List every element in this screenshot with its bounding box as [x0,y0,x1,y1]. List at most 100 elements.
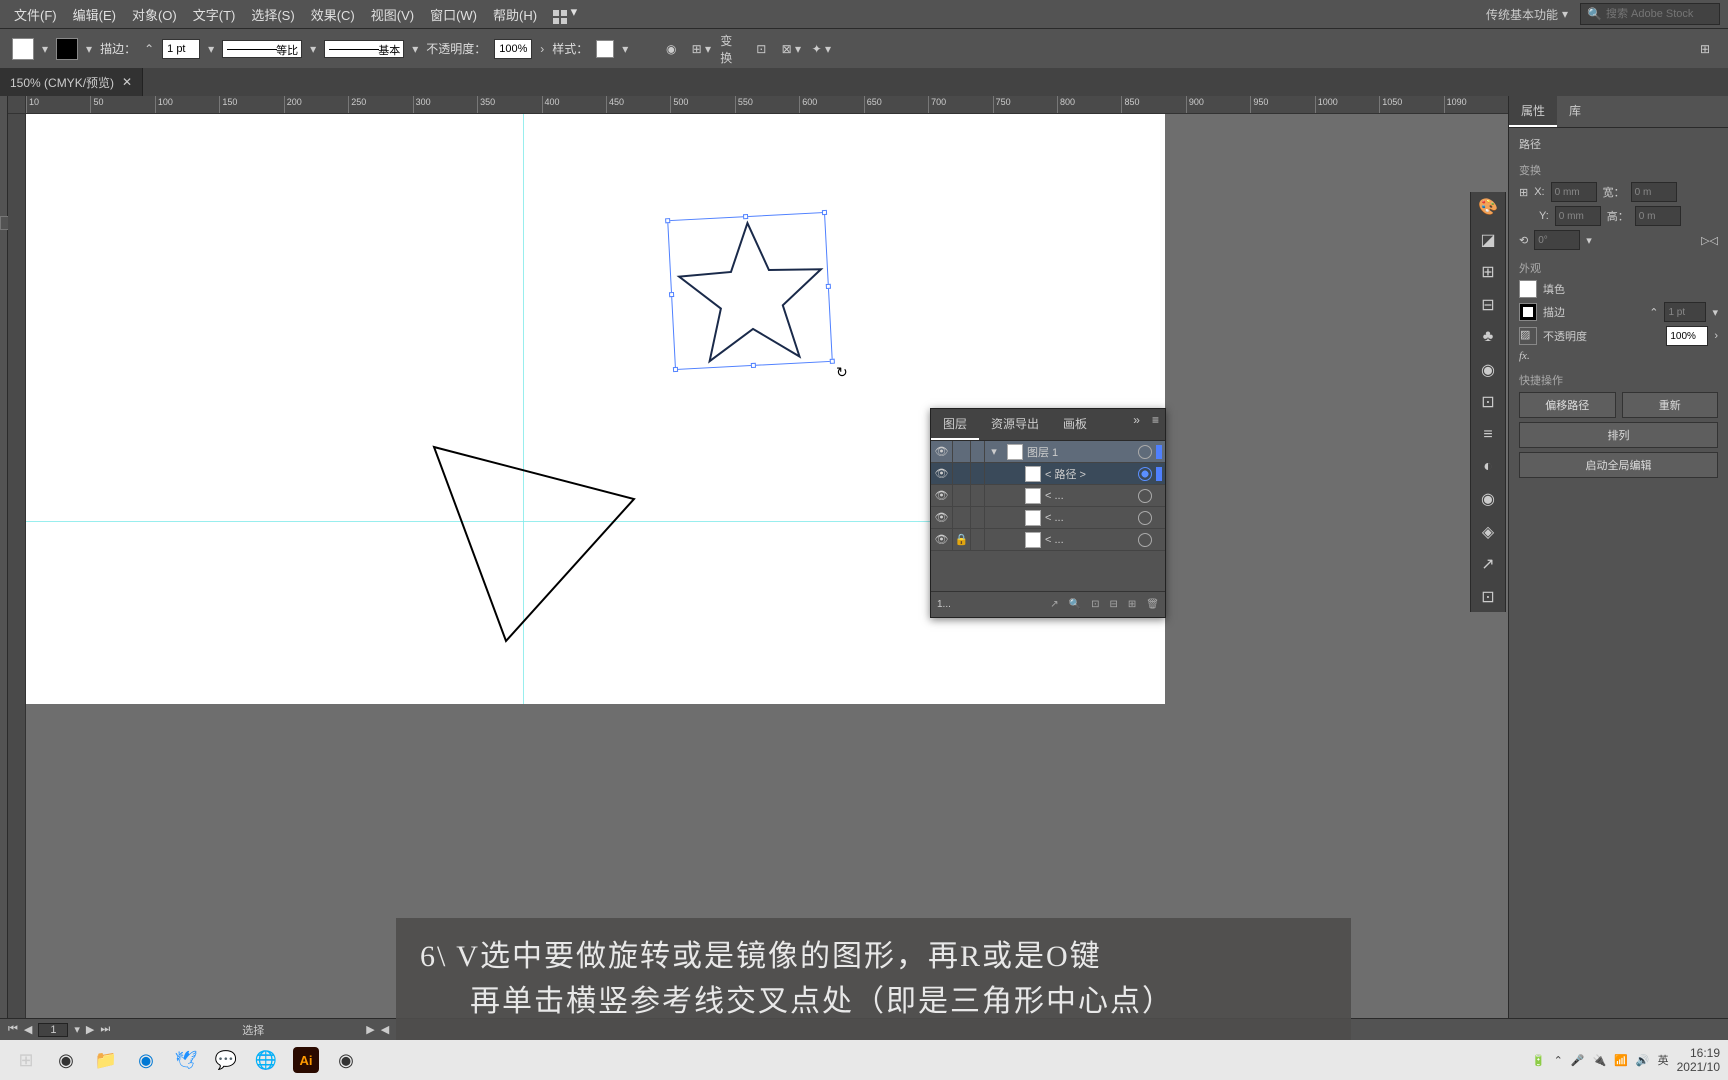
lock-icon[interactable]: 🔒 [953,529,971,550]
color-panel-icon[interactable]: 🎨 [1476,196,1500,218]
start-button[interactable]: ⊞ [8,1042,44,1078]
graphic-styles-icon[interactable]: ◉ [1476,488,1500,510]
symbols-icon[interactable]: ♣ [1476,326,1500,348]
panel-collapse-icon[interactable]: » [1127,409,1146,440]
doc-tab[interactable]: 150% (CMYK/预览) ✕ [0,68,143,96]
new-layer-icon[interactable]: ⊞ [1128,599,1136,610]
obs-icon[interactable]: ◉ [48,1042,84,1078]
explorer-icon[interactable]: 📁 [88,1042,124,1078]
layer-row[interactable]: 👁 ▾ 图层 1 [931,441,1165,463]
panel-menu-icon[interactable]: ≡ [1146,409,1165,440]
tray-mic-icon[interactable]: 🎤 [1571,1054,1585,1067]
brushes-icon[interactable]: ⊟ [1476,293,1500,315]
selection-bbox[interactable] [667,212,833,370]
tray-ime[interactable]: 英 [1658,1052,1669,1068]
tray-wifi-icon[interactable]: 📶 [1614,1054,1628,1067]
menu-view[interactable]: 视图(V) [365,2,420,27]
asset-export-icon[interactable]: ↗ [1476,553,1500,575]
stroke-width-input[interactable] [162,39,200,59]
artboard-nav-input[interactable] [38,1023,68,1037]
tab-asset-export[interactable]: 资源导出 [979,409,1051,440]
triangle-shape[interactable] [426,439,646,649]
opacity-icon[interactable]: ▨ [1519,327,1537,345]
layers-panel[interactable]: 图层 资源导出 画板 »≡ 👁 ▾ 图层 1 👁 < 路径 > 👁 < ... … [930,408,1166,618]
tab-artboards[interactable]: 画板 [1051,409,1099,440]
gradient-icon[interactable]: ◉ [1476,358,1500,380]
w-input[interactable] [1631,182,1677,202]
wechat-icon[interactable]: 💬 [208,1042,244,1078]
app1-icon[interactable]: 🕊 [168,1042,204,1078]
opacity-dropdown[interactable]: › [540,42,544,56]
nav-next-icon[interactable]: ▶ [86,1023,94,1036]
new-sublayer-icon[interactable]: ⊟ [1110,599,1118,610]
transparency-icon[interactable]: ⊡ [1476,391,1500,413]
visibility-icon[interactable]: 👁 [931,485,953,506]
illustrator-icon[interactable]: Ai [288,1042,324,1078]
ruler-vertical[interactable] [8,114,26,1048]
menu-file[interactable]: 文件(F) [8,2,63,27]
close-tab-icon[interactable]: ✕ [122,75,132,89]
appearance-icon[interactable]: ◐ [1476,456,1500,478]
star-shape[interactable] [668,213,834,371]
menu-help[interactable]: 帮助(H) [487,2,543,27]
tab-libraries[interactable]: 库 [1557,96,1593,127]
flip-h-icon[interactable]: ▷◁ [1701,234,1718,247]
expand-icon[interactable]: ▾ [985,445,1003,458]
scroll-left-icon[interactable]: ◀ [381,1023,389,1036]
toolbar-collapsed[interactable] [0,96,8,1048]
chrome-icon[interactable]: 🌐 [248,1042,284,1078]
stroke-stepper[interactable]: ⌃ [144,42,154,56]
tray-up-icon[interactable]: ⌃ [1554,1054,1563,1067]
transform-button[interactable]: 变换 [720,38,742,60]
menu-object[interactable]: 对象(O) [126,2,183,27]
color-guide-icon[interactable]: ◪ [1476,228,1500,250]
menu-select[interactable]: 选择(S) [245,2,300,27]
crop-icon[interactable]: ⊠ ▾ [780,38,802,60]
visibility-icon[interactable]: 👁 [931,507,953,528]
edge-icon[interactable]: ◉ [128,1042,164,1078]
nav-first-icon[interactable]: ⏮ [8,1023,18,1036]
tab-properties[interactable]: 属性 [1509,96,1557,127]
global-edit-button[interactable]: 启动全局编辑 [1519,452,1718,478]
isolate-icon[interactable]: ⊡ [750,38,772,60]
stroke-swatch[interactable] [56,38,78,60]
align-icon[interactable]: ⊞ ▾ [690,38,712,60]
tray-battery-icon[interactable]: 🔋 [1532,1054,1546,1067]
nav-prev-icon[interactable]: ◀ [24,1023,32,1036]
visibility-icon[interactable]: 👁 [931,463,953,484]
visibility-icon[interactable]: 👁 [931,441,953,462]
arrange-icon[interactable]: ✦ ▾ [810,38,832,60]
canvas[interactable]: 1050100150200250300350400450500550600650… [8,96,1508,1048]
panel-toggle-icon[interactable]: ⊞ [1694,38,1716,60]
visibility-icon[interactable]: 👁 [931,529,953,550]
layer-row[interactable]: 👁🔒 < ... [931,529,1165,551]
scroll-right-icon[interactable]: ▶ [366,1023,374,1036]
tray-volume-icon[interactable]: 🔊 [1636,1054,1650,1067]
layer-row[interactable]: 👁 < 路径 > [931,463,1165,485]
delete-layer-icon[interactable]: 🗑 [1146,599,1159,610]
locate-icon[interactable]: ↗ [1050,599,1058,610]
clip-mask-icon[interactable]: ⊡ [1091,599,1099,610]
ref-point-icon[interactable]: ⊞ [1519,186,1528,199]
x-input[interactable] [1551,182,1597,202]
h-input[interactable] [1635,206,1681,226]
search-layer-icon[interactable]: 🔍 [1069,599,1081,610]
artboards-icon[interactable]: ⊡ [1476,586,1500,608]
recolor-icon[interactable]: ◉ [660,38,682,60]
menu-edit[interactable]: 编辑(E) [67,2,122,27]
fill-color[interactable] [1519,280,1537,298]
y-input[interactable] [1555,206,1601,226]
menu-window[interactable]: 窗口(W) [424,2,483,27]
recolor-button[interactable]: 重新 [1622,392,1719,418]
width-profile[interactable]: 等比 [222,40,302,58]
tab-layers[interactable]: 图层 [931,409,979,440]
menu-effect[interactable]: 效果(C) [305,2,361,27]
tray-power-icon[interactable]: 🔌 [1593,1054,1607,1067]
swatches-icon[interactable]: ⊞ [1476,261,1500,283]
opacity-pct-input[interactable] [1666,326,1708,346]
obs2-icon[interactable]: ◉ [328,1042,364,1078]
layers-panel-icon[interactable]: ◈ [1476,521,1500,543]
arrange-docs-icon[interactable]: ▾ [547,1,583,27]
ruler-origin[interactable] [8,96,26,114]
search-stock[interactable]: 🔍 [1580,3,1720,25]
